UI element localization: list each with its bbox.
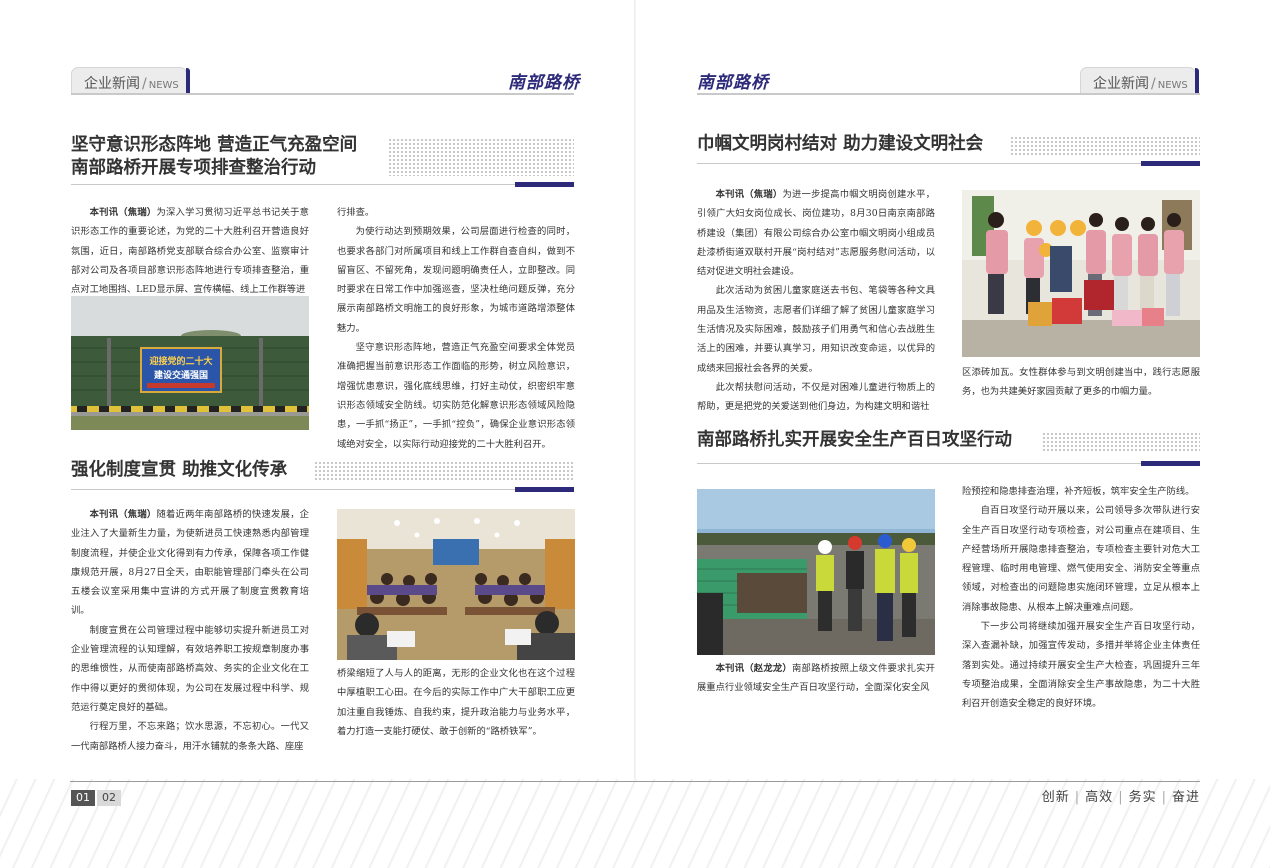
article3-para2: 此次活动为贫困儿童家庭送去书包、笔袋等各种文具用品及生活物资，志愿者们详细了解了… <box>697 285 935 374</box>
title-dot-pattern <box>388 138 574 176</box>
page-number-left: 01 <box>71 790 95 806</box>
section-tab-right: 企业新闻 / NEWS <box>1080 67 1199 95</box>
article1-title-line2: 南部路桥开展专项排查整治行动 <box>71 158 316 178</box>
article2-para3: 行程万里，不忘来路；饮水思源，不忘初心。一代又一代南部路桥人接力奋斗，用汗水铺就… <box>71 721 309 752</box>
article3-col1: 本刊讯（焦瑞）为进一步提高巾帼文明岗创建水平，引领广大妇女岗位成长、岗位建功，8… <box>697 185 935 417</box>
brand-logo-right: 南部路桥 <box>697 73 769 93</box>
slogan-word: 奋进 <box>1171 790 1200 805</box>
header-rule-right <box>697 93 1200 95</box>
article2-rule <box>71 489 574 490</box>
article1-photo-site-hoarding: 迎接党的二十大 建设交通强国 <box>71 296 309 430</box>
article4-para2: 自百日攻坚行动开展以来，公司领导多次带队进行安全生产百日攻坚行动专项检查，对公司… <box>962 505 1200 613</box>
slogan-divider: | <box>1118 790 1124 805</box>
article1-para2: 为使行动达到预期效果，公司层面进行检查的同时，也要求各部门对所属项目和线上工作群… <box>337 226 575 334</box>
section-tab-en: NEWS <box>1157 80 1188 91</box>
article3-rule <box>697 163 1200 164</box>
title-dot-pattern <box>1042 432 1200 452</box>
article1-col1: 本刊讯（焦瑞）为深入学习贯彻习近平总书记关于意识形态工作的重要论述，为党的二十大… <box>71 203 309 299</box>
article4-byline: 本刊讯（赵龙龙） <box>715 663 792 674</box>
banner-text-line2: 建设交通强国 <box>154 369 208 381</box>
article2-lead: 随着近两年南部路桥的快速发展，企业注入了大量新生力量，为使新进员工快速熟悉内部管… <box>71 509 309 617</box>
brand-logo-left: 南部路桥 <box>508 73 580 93</box>
section-tab-sep: / <box>1151 76 1156 92</box>
slogan-word: 高效 <box>1085 790 1114 805</box>
banner-text-line1: 迎接党的二十大 <box>149 355 212 367</box>
footer-rule <box>70 781 1200 782</box>
article3-col2: 区添砖加瓦。女性群体参与到文明创建当中，践行志愿服务，也为共建美好家园贡献了更多… <box>962 363 1200 402</box>
page-spine <box>634 0 636 868</box>
article4-col2-cont: 险预控和隐患排查治理，补齐短板，筑牢安全生产防线。 <box>962 486 1195 497</box>
article2-col2-cont: 桥梁缩短了人与人的距离，无形的企业文化也在这个过程中厚植职工心田。在今后的实际工… <box>337 668 575 737</box>
article3-photo-volunteers <box>962 190 1200 357</box>
article4-para3: 下一步公司将继续加强开展安全生产百日攻坚行动，深入查漏补缺，加强宣传发动，多措并… <box>962 621 1200 710</box>
magazine-spread: 企业新闻 / NEWS 南部路桥 坚守意识形态阵地 营造正气充盈空间 南部路桥开展专… <box>0 0 1270 868</box>
article4-photo-safety-inspection <box>697 489 935 655</box>
article1-byline: 本刊讯（焦瑞） <box>89 207 157 218</box>
article3-lead: 为进一步提高巾帼文明岗创建水平，引领广大妇女岗位成长、岗位建功，8月30日南京南… <box>697 189 935 278</box>
title-dot-pattern <box>314 461 574 481</box>
article1-lead: 为深入学习贯彻习近平总书记关于意识形态工作的重要论述，为党的二十大胜利召开营造良… <box>71 207 309 296</box>
article3-byline: 本刊讯（焦瑞） <box>715 189 783 200</box>
article1-para3: 坚守意识形态阵地，营造正气充盈空间要求全体党员准确把握当前意识形态工作面临的形势… <box>337 342 575 450</box>
article1-title-line1: 坚守意识形态阵地 营造正气充盈空间 <box>71 135 358 155</box>
footer-slogan: 创新 | 高效 | 务实 | 奋进 <box>1042 786 1200 805</box>
section-tab-sep: / <box>142 76 147 92</box>
article2-col1: 本刊讯（焦瑞）随着近两年南部路桥的快速发展，企业注入了大量新生力量，为使新进员工… <box>71 505 309 756</box>
article4-col2: 险预控和隐患排查治理，补齐短板，筑牢安全生产防线。 自百日攻坚行动开展以来，公司… <box>962 482 1200 714</box>
article1-col2: 行排查。 为使行动达到预期效果，公司层面进行检查的同时，也要求各部门对所属项目和… <box>337 203 575 454</box>
article2-byline: 本刊讯（焦瑞） <box>89 509 157 520</box>
article4-rule <box>697 463 1200 464</box>
article3-col2-cont: 区添砖加瓦。女性群体参与到文明创建当中，践行志愿服务，也为共建美好家园贡献了更多… <box>962 367 1200 398</box>
article3-title: 巾帼文明岗村结对 助力建设文明社会 <box>697 134 984 154</box>
article4-col1: 本刊讯（赵龙龙）南部路桥按照上级文件要求扎实开展重点行业领域安全生产百日攻坚行动… <box>697 659 935 698</box>
article1-col2-cont: 行排查。 <box>337 207 375 218</box>
article1-rule <box>71 184 574 185</box>
section-tab-cn: 企业新闻 <box>1093 76 1149 92</box>
article2-title: 强化制度宣贯 助推文化传承 <box>71 460 288 480</box>
header-rule-left <box>71 93 574 95</box>
article4-accent-bar <box>1141 461 1200 466</box>
section-tab-cn: 企业新闻 <box>84 76 140 92</box>
article2-para2: 制度宣贯在公司管理过程中能够切实提升新进员工对企业管理流程的认知理解，有效培养职… <box>71 624 309 713</box>
slogan-word: 务实 <box>1128 790 1157 805</box>
article1-accent-bar <box>515 182 574 187</box>
article2-col2: 桥梁缩短了人与人的距离，无形的企业文化也在这个过程中厚植职工心田。在今后的实际工… <box>337 664 575 741</box>
article2-accent-bar <box>515 487 574 492</box>
article4-title: 南部路桥扎实开展安全生产百日攻坚行动 <box>697 430 1012 450</box>
section-tab-en: NEWS <box>148 80 179 91</box>
slogan-divider: | <box>1074 790 1081 805</box>
article2-photo-training-hall <box>337 509 575 660</box>
section-tab-left: 企业新闻 / NEWS <box>71 67 190 95</box>
article3-para3: 此次帮扶慰问活动，不仅是对困难儿童进行物质上的帮助，更是把党的关爱送到他们身边，… <box>697 381 935 413</box>
title-dot-pattern <box>1010 136 1200 156</box>
page-number-right: 02 <box>97 790 121 806</box>
article3-accent-bar <box>1141 161 1200 166</box>
slogan-divider: | <box>1161 790 1167 805</box>
slogan-word: 创新 <box>1041 790 1070 805</box>
